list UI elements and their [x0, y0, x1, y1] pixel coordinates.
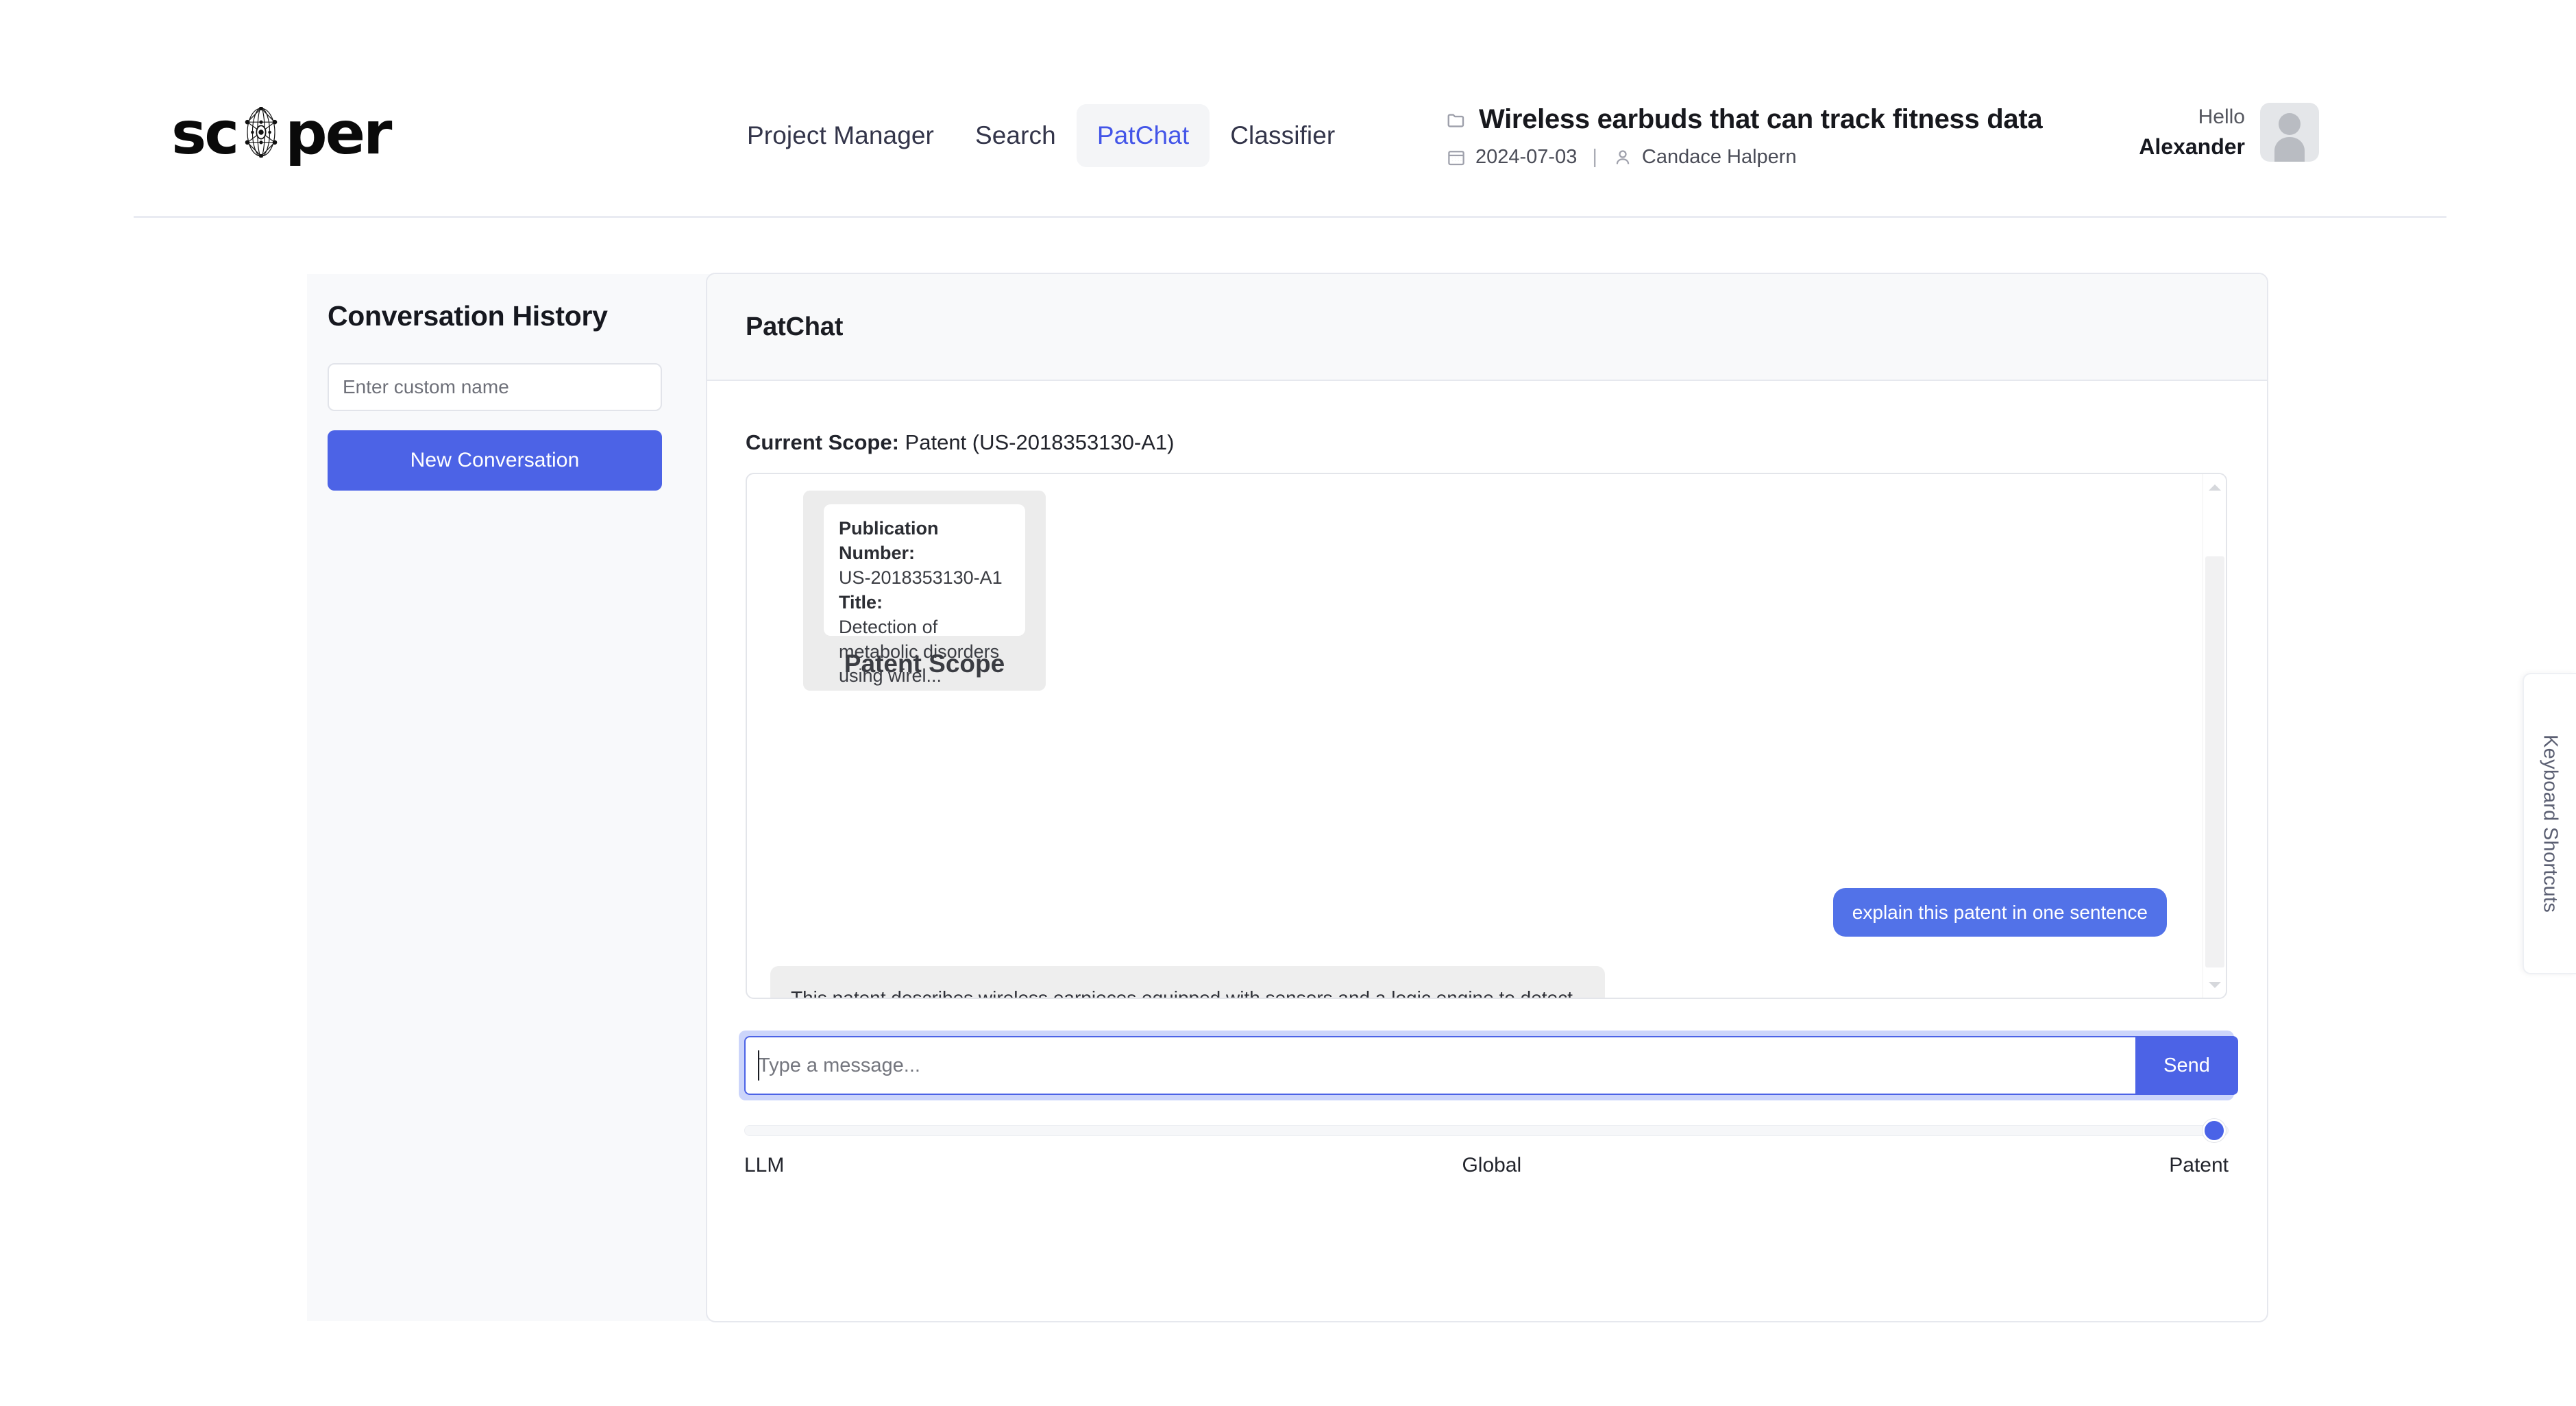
person-icon: [1612, 147, 1633, 168]
scope-slider-labels: LLM Global Patent: [744, 1154, 2229, 1177]
scroll-down-arrow-icon[interactable]: [2203, 973, 2226, 996]
chat-messages-container: Publication Number: US-2018353130-A1 Tit…: [747, 474, 2205, 998]
project-meta: 2024-07-03 | Candace Halpern: [1446, 146, 2042, 169]
publication-number-value: US-2018353130-A1: [839, 567, 1003, 588]
scrollbar-thumb[interactable]: [2205, 556, 2224, 967]
sidebar-title: Conversation History: [328, 300, 608, 332]
patent-scope-card-details: Publication Number: US-2018353130-A1 Tit…: [824, 504, 1025, 686]
main-navigation: Project Manager Search PatChat Classifie…: [726, 104, 1356, 167]
custom-name-input[interactable]: [328, 363, 662, 411]
user-greeting: Hello: [2198, 106, 2245, 129]
new-conversation-button[interactable]: New Conversation: [328, 430, 662, 491]
project-title-row: Wireless earbuds that can track fitness …: [1446, 104, 2043, 135]
patchat-panel-header: PatChat: [707, 274, 2267, 381]
chat-message-assistant: This patent describes wireless earpieces…: [770, 966, 1605, 998]
message-input[interactable]: [744, 1036, 2135, 1095]
workspace: Conversation History New Conversation Pa…: [0, 219, 2576, 1406]
patchat-title: PatChat: [746, 312, 844, 341]
scope-slider-track[interactable]: [744, 1125, 2229, 1136]
current-scope-line: Current Scope: Patent (US-2018353130-A1): [746, 430, 1174, 455]
network-eye-icon: [236, 107, 286, 158]
project-summary: Wireless earbuds that can track fitness …: [1446, 104, 2043, 169]
avatar[interactable]: [2260, 103, 2319, 162]
current-scope-label: Current Scope:: [746, 430, 899, 454]
chat-message-user: explain this patent in one sentence: [1832, 888, 2167, 937]
text-cursor: [758, 1050, 759, 1081]
patchat-panel: PatChat Current Scope: Patent (US-201835…: [706, 273, 2268, 1322]
keyboard-shortcuts-label: Keyboard Shortcuts: [2539, 734, 2562, 913]
current-scope-value: Patent (US-2018353130-A1): [905, 430, 1175, 454]
publication-number-label: Publication Number:: [839, 518, 939, 563]
scoper-logo[interactable]: sc per: [171, 99, 392, 168]
chat-scroll-area[interactable]: Publication Number: US-2018353130-A1 Tit…: [746, 473, 2227, 999]
nav-item-patchat[interactable]: PatChat: [1076, 104, 1210, 167]
folder-icon: [1446, 110, 1467, 130]
message-composer: Send: [739, 1031, 2238, 1100]
scope-slider-thumb[interactable]: [2203, 1119, 2226, 1142]
publication-number-field: Publication Number: US-2018353130-A1: [839, 517, 1010, 591]
conversation-history-sidebar: Conversation History New Conversation: [307, 274, 713, 1321]
nav-item-project-manager[interactable]: Project Manager: [726, 104, 955, 167]
user-greeting-block: Hello Alexander: [2139, 104, 2245, 160]
app-header: sc per Project Manager Search PatChat Cl…: [0, 0, 2576, 219]
logo-text-before: sc: [171, 99, 239, 168]
patent-scope-card[interactable]: Publication Number: US-2018353130-A1 Tit…: [803, 491, 1046, 691]
project-owner: Candace Halpern: [1641, 146, 1797, 168]
scope-slider-label-patent[interactable]: Patent: [2169, 1154, 2229, 1177]
patchat-panel-body: Current Scope: Patent (US-2018353130-A1)…: [707, 381, 2267, 1321]
send-button[interactable]: Send: [2135, 1036, 2238, 1095]
logo-text-after: per: [285, 99, 392, 168]
scroll-up-arrow-icon[interactable]: [2203, 476, 2226, 499]
calendar-icon: [1446, 147, 1467, 168]
nav-item-search[interactable]: Search: [955, 104, 1077, 167]
page-title: Wireless earbuds that can track fitness …: [1479, 104, 2043, 134]
patent-title-label: Title:: [839, 591, 883, 613]
scope-slider-label-global[interactable]: Global: [1462, 1154, 1521, 1177]
nav-item-classifier[interactable]: Classifier: [1210, 104, 1356, 167]
chat-scrollbar[interactable]: [2203, 474, 2226, 998]
user-name: Alexander: [2139, 134, 2245, 159]
meta-separator: |: [1592, 146, 1597, 168]
project-date: 2024-07-03: [1475, 146, 1578, 168]
scope-slider-label-llm[interactable]: LLM: [744, 1154, 784, 1177]
user-menu[interactable]: Hello Alexander: [2139, 103, 2319, 162]
keyboard-shortcuts-tab[interactable]: Keyboard Shortcuts: [2523, 673, 2576, 974]
patent-scope-card-label: Patent Scope: [844, 650, 1005, 678]
